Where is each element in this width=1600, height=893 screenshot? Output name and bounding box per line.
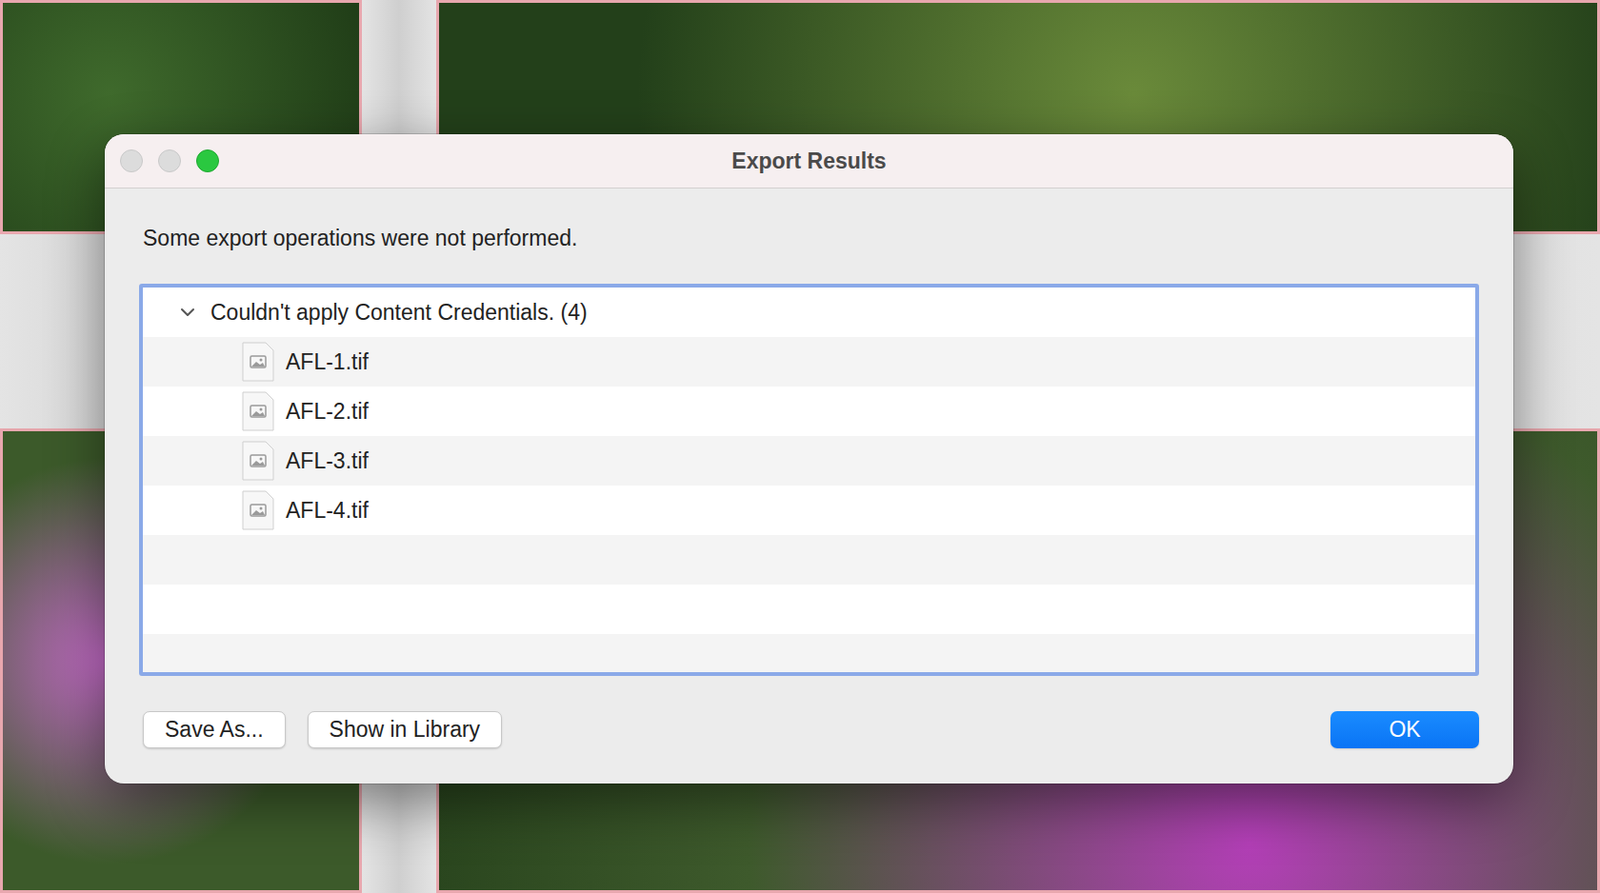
results-list[interactable]: Couldn't apply Content Credentials. (4) A… xyxy=(139,283,1480,677)
image-file-icon xyxy=(241,490,275,531)
image-file-icon xyxy=(241,391,275,432)
window-controls xyxy=(120,134,220,188)
file-name: AFL-4.tif xyxy=(285,498,369,524)
export-results-dialog: Export Results Some export operations wer… xyxy=(104,134,1514,784)
file-name: AFL-1.tif xyxy=(285,349,369,376)
dialog-button[interactable]: Save As... xyxy=(142,711,286,749)
group-row[interactable]: Couldn't apply Content Credentials. (4) xyxy=(142,287,1476,338)
library-grid: Export Results Some export operations wer… xyxy=(0,0,1600,893)
dialog-button[interactable]: Show in Library xyxy=(307,711,503,749)
dialog-body: Some export operations were not performe… xyxy=(104,188,1514,784)
file-row[interactable]: AFL-2.tif xyxy=(142,386,1476,437)
file-row[interactable]: AFL-4.tif xyxy=(142,485,1476,536)
window-title: Export Results xyxy=(731,148,886,175)
image-file-icon xyxy=(241,440,275,481)
ok-button[interactable]: OK xyxy=(1330,711,1480,749)
minimize-button[interactable] xyxy=(158,149,181,173)
title-bar: Export Results xyxy=(104,134,1514,189)
file-name: AFL-2.tif xyxy=(285,399,369,425)
zoom-button[interactable] xyxy=(196,149,220,173)
file-row[interactable]: AFL-1.tif xyxy=(142,337,1476,387)
close-button[interactable] xyxy=(120,149,143,173)
file-name: AFL-3.tif xyxy=(285,448,369,475)
message: Some export operations were not performe… xyxy=(142,224,1480,252)
empty-row xyxy=(142,584,1476,635)
empty-row xyxy=(142,634,1476,677)
group-label: Couldn't apply Content Credentials. (4) xyxy=(210,300,588,326)
chevron-icon[interactable] xyxy=(179,303,197,321)
file-row[interactable]: AFL-3.tif xyxy=(142,436,1476,486)
empty-row xyxy=(142,535,1476,585)
button-bar: Save As... Show in Library OK xyxy=(142,711,1480,749)
image-file-icon xyxy=(241,341,275,382)
